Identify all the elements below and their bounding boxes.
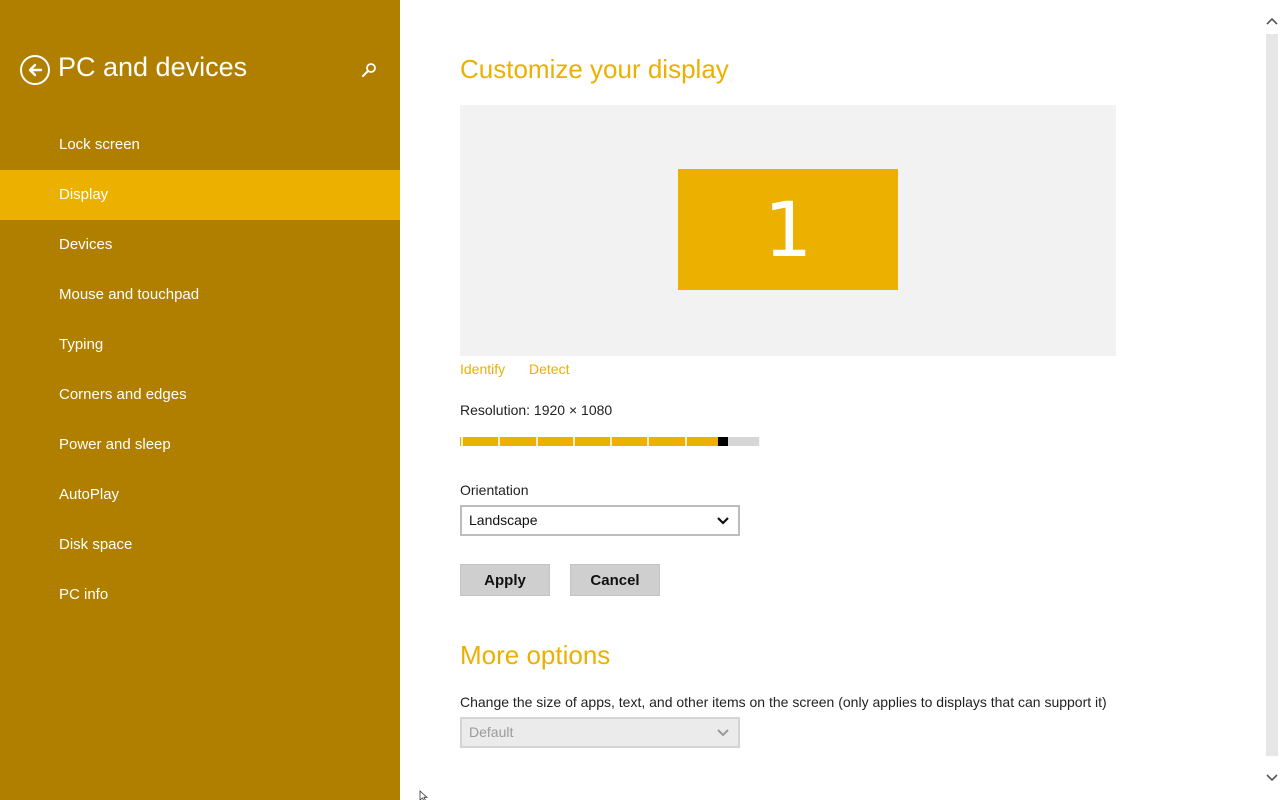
- slider-thumb[interactable]: [718, 437, 728, 446]
- settings-window: PC and devices Lock screen Display Devic…: [0, 0, 1280, 800]
- chevron-down-icon: [717, 729, 729, 737]
- sidebar-title: PC and devices: [58, 52, 248, 82]
- back-arrow-circle-icon[interactable]: [20, 55, 50, 85]
- size-value: Default: [469, 724, 514, 740]
- sidebar-item-display[interactable]: Display: [0, 170, 400, 220]
- identify-link[interactable]: Identify: [460, 361, 505, 377]
- main-content: Customize your display 1 Identify Detect…: [400, 0, 1264, 800]
- orientation-dropdown[interactable]: Landscape: [460, 505, 740, 536]
- scrollbar-thumb[interactable]: [1266, 34, 1278, 756]
- mouse-pointer-icon: [419, 790, 429, 800]
- sidebar-item-mouse-and-touchpad[interactable]: Mouse and touchpad: [0, 270, 400, 320]
- sidebar-nav: Lock screen Display Devices Mouse and to…: [0, 120, 400, 620]
- sidebar-item-disk-space[interactable]: Disk space: [0, 520, 400, 570]
- search-icon[interactable]: [359, 60, 379, 80]
- resolution-slider[interactable]: [460, 437, 760, 446]
- resolution-label: Resolution: 1920 × 1080: [460, 402, 613, 418]
- slider-ticks: [461, 437, 760, 446]
- page-title: Customize your display: [460, 54, 729, 84]
- display-preview: 1: [460, 105, 1116, 356]
- size-dropdown[interactable]: Default: [460, 717, 740, 748]
- monitor-tile[interactable]: 1: [678, 169, 898, 290]
- scrollbar[interactable]: [1264, 0, 1280, 800]
- size-label: Change the size of apps, text, and other…: [460, 694, 1107, 710]
- orientation-value: Landscape: [469, 512, 538, 528]
- detect-link[interactable]: Detect: [529, 361, 569, 377]
- sidebar-item-autoplay[interactable]: AutoPlay: [0, 470, 400, 520]
- sidebar-item-devices[interactable]: Devices: [0, 220, 400, 270]
- sidebar-item-typing[interactable]: Typing: [0, 320, 400, 370]
- chevron-down-icon: [717, 517, 729, 525]
- sidebar-item-corners-and-edges[interactable]: Corners and edges: [0, 370, 400, 420]
- sidebar-item-power-and-sleep[interactable]: Power and sleep: [0, 420, 400, 470]
- orientation-label: Orientation: [460, 482, 529, 498]
- sidebar-item-pc-info[interactable]: PC info: [0, 570, 400, 620]
- more-options-heading: More options: [460, 640, 611, 670]
- scroll-down-icon[interactable]: [1265, 771, 1279, 785]
- scroll-up-icon[interactable]: [1265, 14, 1279, 28]
- sidebar-item-lock-screen[interactable]: Lock screen: [0, 120, 400, 170]
- apply-button[interactable]: Apply: [460, 564, 550, 596]
- sidebar: PC and devices Lock screen Display Devic…: [0, 0, 400, 800]
- cancel-button[interactable]: Cancel: [570, 564, 660, 596]
